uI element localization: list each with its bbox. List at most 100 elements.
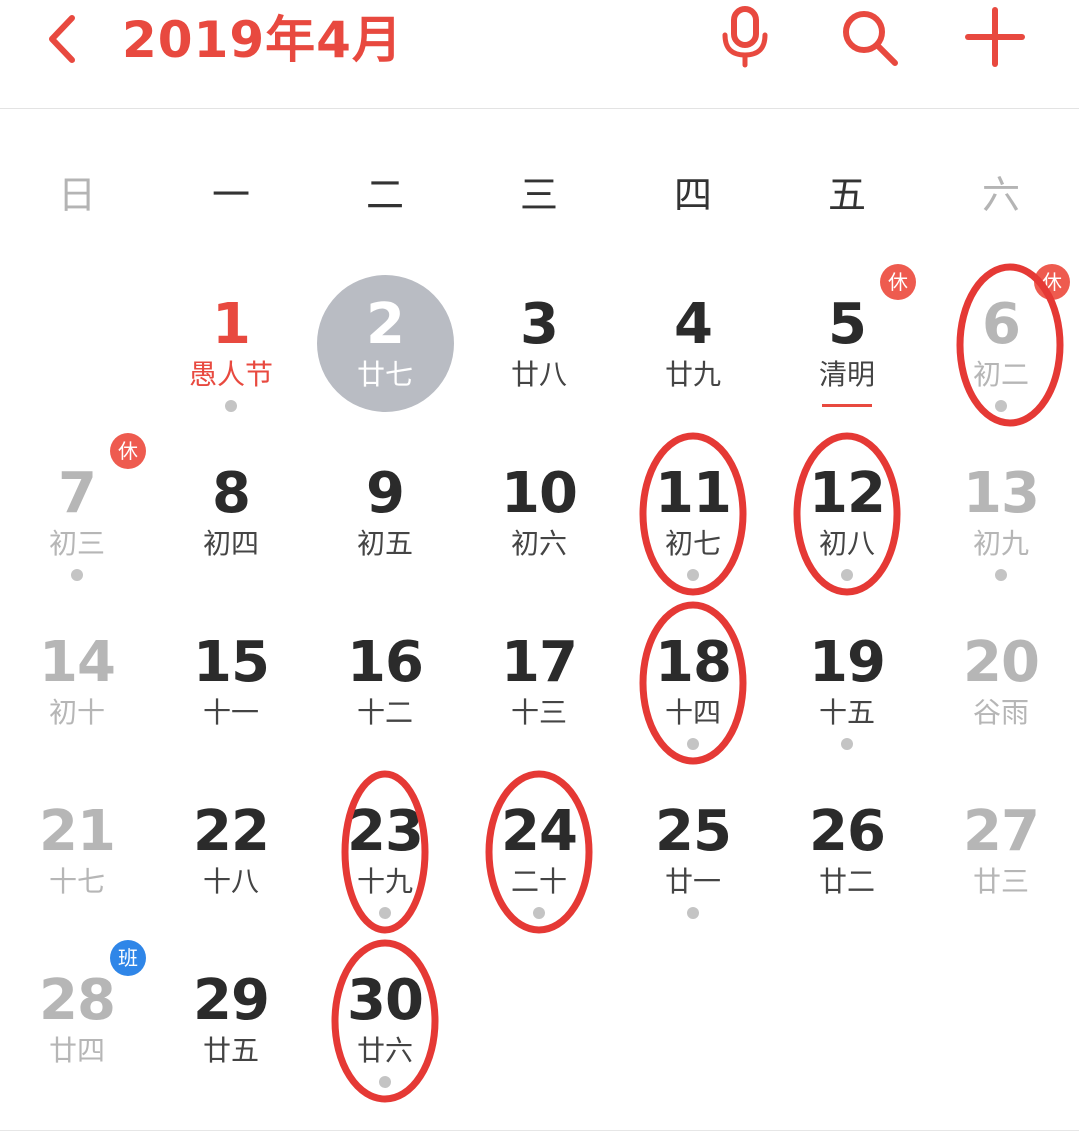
lunar-date: 廿二 [818, 865, 875, 898]
event-dot [687, 907, 699, 919]
day-cell[interactable]: 9 初五 [308, 433, 462, 603]
day-cell[interactable]: 16 十二 [308, 602, 462, 772]
lunar-date: 清明 [818, 358, 875, 391]
lunar-date: 廿七 [356, 358, 413, 391]
event-dot [71, 569, 83, 581]
day-cell[interactable]: 4 廿九 [616, 264, 770, 434]
solar-term-underline [822, 404, 872, 407]
day-cell[interactable]: 7 初三 休 [0, 433, 154, 603]
lunar-date: 初四 [202, 527, 259, 560]
event-dot [995, 569, 1007, 581]
day-cell[interactable]: 19 十五 [770, 602, 924, 772]
day-number: 21 [39, 799, 116, 864]
day-cell[interactable]: 11 初七 [616, 433, 770, 603]
day-cell[interactable]: 21 十七 [0, 771, 154, 941]
lunar-date: 廿六 [356, 1034, 413, 1067]
lunar-date: 廿九 [664, 358, 721, 391]
day-number: 10 [501, 461, 578, 526]
day-number: 23 [347, 799, 424, 864]
day-number: 11 [655, 461, 732, 526]
day-cell[interactable]: 13 初九 [924, 433, 1078, 603]
day-number: 3 [520, 292, 559, 357]
day-number: 9 [366, 461, 405, 526]
day-cell[interactable]: 27 廿三 [924, 771, 1078, 941]
lunar-date: 谷雨 [972, 696, 1029, 729]
day-number: 7 [58, 461, 97, 526]
lunar-date: 廿一 [664, 865, 721, 898]
day-number: 18 [655, 630, 732, 695]
day-cell[interactable]: 28 廿四 班 [0, 940, 154, 1110]
lunar-date: 十九 [356, 865, 413, 898]
day-number: 13 [963, 461, 1040, 526]
lunar-date: 初二 [972, 358, 1029, 391]
lunar-date: 十一 [202, 696, 259, 729]
day-number: 8 [212, 461, 251, 526]
lunar-date: 十七 [48, 865, 105, 898]
rest-day-badge: 休 [1034, 264, 1070, 300]
lunar-date: 初五 [356, 527, 413, 560]
day-number: 24 [501, 799, 578, 864]
day-number: 20 [963, 630, 1040, 695]
lunar-date: 初九 [972, 527, 1029, 560]
day-number: 19 [809, 630, 886, 695]
day-number: 25 [655, 799, 732, 864]
event-dot [995, 400, 1007, 412]
day-number: 14 [39, 630, 116, 695]
day-cell[interactable]: 20 谷雨 [924, 602, 1078, 772]
day-cell[interactable]: 14 初十 [0, 602, 154, 772]
event-dot [533, 907, 545, 919]
day-cell[interactable]: 8 初四 [154, 433, 308, 603]
day-cell[interactable]: 25 廿一 [616, 771, 770, 941]
day-cell[interactable]: 22 十八 [154, 771, 308, 941]
day-cell[interactable]: 26 廿二 [770, 771, 924, 941]
day-cell[interactable]: 30 廿六 [308, 940, 462, 1110]
day-cell[interactable]: 5 清明 休 [770, 264, 924, 434]
lunar-date: 初三 [48, 527, 105, 560]
day-cell[interactable]: 29 廿五 [154, 940, 308, 1110]
day-cell[interactable]: 23 十九 [308, 771, 462, 941]
lunar-date: 十八 [202, 865, 259, 898]
divider [0, 1130, 1079, 1131]
lunar-date: 初七 [664, 527, 721, 560]
day-number: 17 [501, 630, 578, 695]
lunar-date: 十四 [664, 696, 721, 729]
event-dot [379, 1076, 391, 1088]
day-cell[interactable]: 18 十四 [616, 602, 770, 772]
lunar-date: 十五 [818, 696, 875, 729]
day-number: 22 [193, 799, 270, 864]
day-number: 6 [982, 292, 1021, 357]
month-grid: 1 愚人节 2 廿七 3 廿八 4 廿九 5 清明休 6 初二休 7 初三休 8 初四 9 初五 10 初六 11 初七 1… [0, 0, 1079, 1135]
lunar-date: 廿四 [48, 1034, 105, 1067]
lunar-date: 廿三 [972, 865, 1029, 898]
day-number: 29 [193, 968, 270, 1033]
day-number: 2 [366, 292, 405, 357]
day-number: 5 [828, 292, 867, 357]
day-cell[interactable]: 1 愚人节 [154, 264, 308, 434]
day-number: 26 [809, 799, 886, 864]
event-dot [841, 738, 853, 750]
day-cell[interactable]: 3 廿八 [462, 264, 616, 434]
lunar-date: 愚人节 [188, 358, 273, 391]
day-number: 16 [347, 630, 424, 695]
day-cell[interactable]: 2 廿七 [308, 264, 462, 434]
workday-badge: 班 [110, 940, 146, 976]
day-number: 27 [963, 799, 1040, 864]
day-number: 15 [193, 630, 270, 695]
event-dot [841, 569, 853, 581]
lunar-date: 初十 [48, 696, 105, 729]
day-number: 4 [674, 292, 713, 357]
day-cell[interactable]: 10 初六 [462, 433, 616, 603]
day-cell[interactable]: 12 初八 [770, 433, 924, 603]
day-number: 12 [809, 461, 886, 526]
rest-day-badge: 休 [880, 264, 916, 300]
day-number: 1 [212, 292, 251, 357]
day-number: 28 [39, 968, 116, 1033]
day-cell[interactable]: 15 十一 [154, 602, 308, 772]
event-dot [225, 400, 237, 412]
day-cell[interactable]: 24 二十 [462, 771, 616, 941]
lunar-date: 廿五 [202, 1034, 259, 1067]
day-cell[interactable]: 17 十三 [462, 602, 616, 772]
rest-day-badge: 休 [110, 433, 146, 469]
event-dot [379, 907, 391, 919]
day-cell[interactable]: 6 初二 休 [924, 264, 1078, 434]
